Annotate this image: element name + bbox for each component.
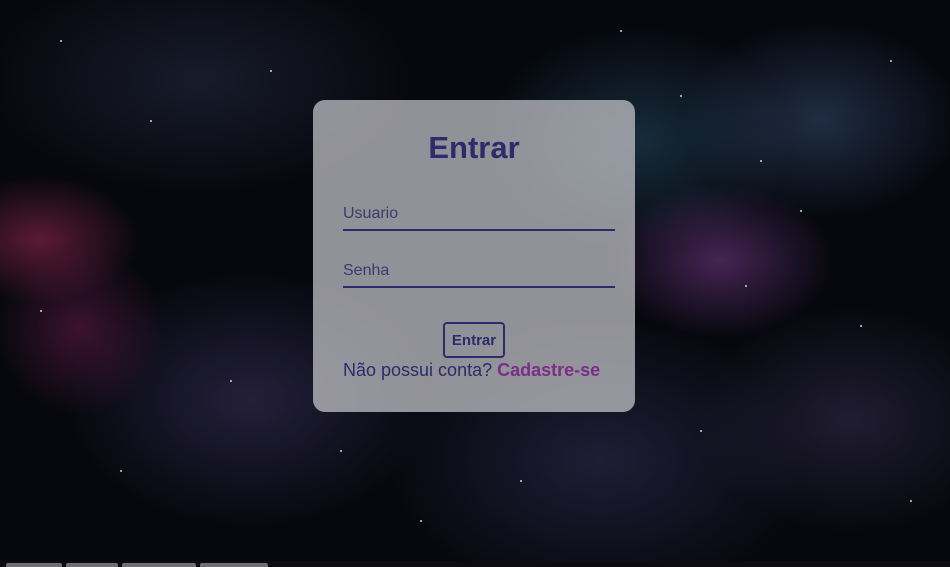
star	[520, 480, 522, 482]
star	[270, 70, 272, 72]
star	[420, 520, 422, 522]
login-card: Entrar Entrar Não possui conta? Cadastre…	[313, 100, 635, 412]
star	[230, 380, 232, 382]
taskbar-button[interactable]	[200, 563, 268, 567]
star	[40, 310, 42, 312]
login-button[interactable]: Entrar	[443, 322, 505, 358]
star	[760, 160, 762, 162]
signup-prompt: Não possui conta?	[343, 360, 493, 380]
username-input[interactable]	[343, 199, 615, 231]
star	[800, 210, 802, 212]
star	[910, 500, 912, 502]
star	[340, 450, 342, 452]
signup-row: Não possui conta? Cadastre-se	[343, 360, 600, 381]
signup-link[interactable]: Cadastre-se	[497, 360, 600, 380]
star	[745, 285, 747, 287]
taskbar-button[interactable]	[66, 563, 118, 567]
taskbar-button[interactable]	[6, 563, 62, 567]
star	[150, 120, 152, 122]
star	[620, 30, 622, 32]
star	[700, 430, 702, 432]
star	[890, 60, 892, 62]
taskbar-button[interactable]	[122, 563, 196, 567]
star	[680, 95, 682, 97]
password-input[interactable]	[343, 256, 615, 288]
login-title: Entrar	[428, 130, 520, 165]
star	[60, 40, 62, 42]
star	[120, 470, 122, 472]
star	[860, 325, 862, 327]
